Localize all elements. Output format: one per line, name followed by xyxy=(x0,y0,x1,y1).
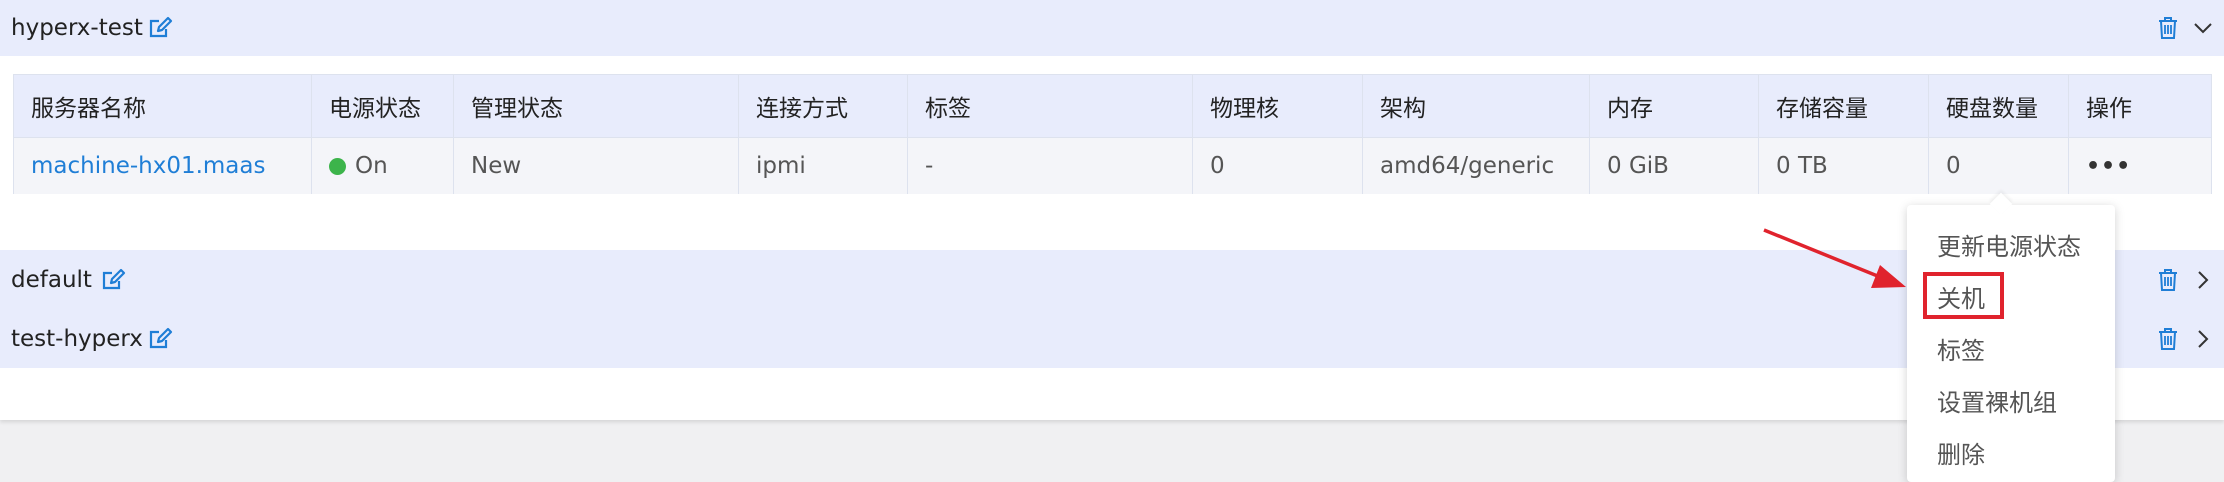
column-header-arch[interactable]: 架构 xyxy=(1363,75,1590,137)
trash-icon[interactable] xyxy=(2157,16,2179,40)
chevron-down-icon[interactable] xyxy=(2192,17,2214,39)
group-header-hyperx-test[interactable]: hyperx-test xyxy=(0,0,2224,56)
group-header-test-hyperx[interactable]: test-hyperx xyxy=(0,310,2224,368)
tags-cell: - xyxy=(908,138,1193,194)
chevron-right-icon[interactable] xyxy=(2192,269,2214,291)
machine-groups-panel: hyperx-test 服务器名称 电源状态 管理状态 连接方式 标签 物理核 … xyxy=(0,0,2224,420)
more-actions-icon[interactable]: ••• xyxy=(2086,154,2131,179)
servers-table: 服务器名称 电源状态 管理状态 连接方式 标签 物理核 架构 内存 存储容量 硬… xyxy=(13,74,2212,194)
column-header-tags[interactable]: 标签 xyxy=(908,75,1193,137)
group-name: default xyxy=(11,267,92,293)
power-state-cell: On xyxy=(312,138,454,194)
group-name: test-hyperx xyxy=(11,326,143,352)
server-name-link[interactable]: machine-hx01.maas xyxy=(14,138,312,194)
column-header-memory[interactable]: 内存 xyxy=(1590,75,1759,137)
physical-cores-cell: 0 xyxy=(1193,138,1363,194)
memory-cell: 0 GiB xyxy=(1590,138,1759,194)
column-header-physical-cores[interactable]: 物理核 xyxy=(1193,75,1363,137)
manage-state-cell: New xyxy=(454,138,739,194)
connection-cell: ipmi xyxy=(739,138,908,194)
arch-cell: amd64/generic xyxy=(1363,138,1590,194)
group-header-default[interactable]: default xyxy=(0,250,2224,310)
storage-cell: 0 TB xyxy=(1759,138,1929,194)
trash-icon[interactable] xyxy=(2157,268,2179,292)
chevron-right-icon[interactable] xyxy=(2192,328,2214,350)
column-header-storage[interactable]: 存储容量 xyxy=(1759,75,1929,137)
column-header-actions: 操作 xyxy=(2086,96,2132,122)
highlight-box xyxy=(1923,272,2004,319)
disk-count-cell: 0 xyxy=(1929,138,2069,194)
column-header-connection[interactable]: 连接方式 xyxy=(739,75,908,137)
row-action-menu: 更新电源状态 关机 标签 设置裸机组 删除 xyxy=(1907,192,2115,482)
power-on-status-dot xyxy=(329,157,346,175)
column-header-manage-state[interactable]: 管理状态 xyxy=(454,75,739,137)
group-name: hyperx-test xyxy=(11,15,143,41)
edit-icon[interactable] xyxy=(100,267,126,293)
actions-cell: ••• xyxy=(2069,138,2211,194)
column-header-power-state[interactable]: 电源状态 xyxy=(312,75,454,137)
menu-item-delete[interactable]: 删除 xyxy=(1937,435,1985,470)
column-header-disk-count[interactable]: 硬盘数量 xyxy=(1929,75,2069,137)
menu-item-refresh-power[interactable]: 更新电源状态 xyxy=(1937,227,2081,262)
column-header-server-name[interactable]: 服务器名称 xyxy=(14,75,312,137)
power-state-text: On xyxy=(355,153,388,179)
menu-item-set-group[interactable]: 设置裸机组 xyxy=(1937,383,2057,418)
trash-icon[interactable] xyxy=(2157,327,2179,351)
table-header-row: 服务器名称 电源状态 管理状态 连接方式 标签 物理核 架构 内存 存储容量 硬… xyxy=(14,75,2211,137)
menu-item-tags[interactable]: 标签 xyxy=(1937,331,1985,366)
table-row: machine-hx01.maas On New ipmi - 0 amd64/… xyxy=(14,137,2211,194)
edit-icon[interactable] xyxy=(147,326,173,352)
edit-icon[interactable] xyxy=(147,15,173,41)
